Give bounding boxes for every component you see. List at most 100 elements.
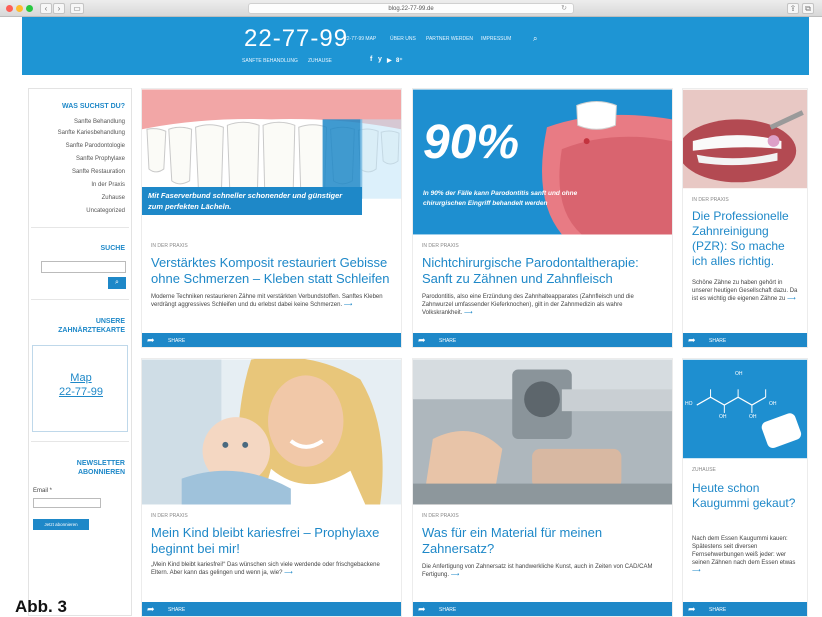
post-title[interactable]: Nichtchirurgische Parodontaltherapie: Sa…	[422, 255, 664, 287]
nav-link-impressum[interactable]: IMPRESSUM	[481, 36, 511, 42]
category-link[interactable]: Zuhause	[102, 195, 125, 201]
post-category[interactable]: IN DER PRAXIS	[151, 243, 188, 249]
post-image	[683, 89, 807, 189]
post-category[interactable]: IN DER PRAXIS	[692, 197, 729, 203]
read-more-arrow-icon[interactable]: ⟶	[284, 570, 293, 576]
email-label: Email *	[33, 488, 53, 494]
share-label: SHARE	[439, 607, 457, 613]
youtube-icon[interactable]: ▶	[387, 57, 392, 64]
post-card[interactable]: IN DER PRAXIS Was für ein Material für m…	[412, 358, 673, 617]
share-bar[interactable]: ➦ SHARE	[413, 602, 672, 616]
twitter-icon[interactable]: y	[378, 56, 382, 63]
post-excerpt: Parodontitis, also eine Erzündung des Za…	[422, 293, 664, 317]
read-more-arrow-icon[interactable]: ⟶	[451, 572, 460, 578]
post-category[interactable]: IN DER PRAXIS	[151, 513, 188, 519]
site-header: 22-77-99 22-77-99 MAP ÜBER UNS PARTNER W…	[22, 17, 809, 75]
post-card[interactable]: IN DER PRAXIS Mein Kind bleibt kariesfre…	[141, 358, 402, 617]
read-more-arrow-icon[interactable]: ⟶	[344, 302, 353, 308]
share-bar[interactable]: ➦ SHARE	[413, 333, 672, 347]
sidebar-search-heading: WAS SUCHST DU?	[62, 103, 125, 110]
post-card[interactable]: 90% In 90% der Fälle kann Parodontitis s…	[412, 88, 673, 348]
nav-link-sanfte-behandlung[interactable]: SANFTE BEHANDLUNG	[242, 58, 298, 64]
facebook-icon[interactable]: f	[370, 56, 372, 63]
share-icon: ➦	[688, 335, 696, 345]
map-link-line-1[interactable]: Map	[33, 372, 129, 384]
search-icon[interactable]: ⌕	[533, 34, 537, 44]
screenshot-root: ‹ › ▭ blog.22-77-99.de ↻ ⇪ ⧉ 22-77-99 22…	[0, 0, 822, 617]
share-label: SHARE	[168, 338, 186, 344]
nav-link-zuhause[interactable]: ZUHAUSE	[308, 58, 332, 64]
address-bar[interactable]: blog.22-77-99.de ↻	[248, 3, 574, 14]
molecule-label: OH	[749, 414, 757, 420]
category-link[interactable]: Sanfte Kariesbehandlung	[58, 130, 125, 136]
subscribe-button[interactable]: Jetzt abonnieren	[33, 519, 89, 530]
post-title[interactable]: Was für ein Material für meinen Zahnersa…	[422, 525, 664, 557]
share-bar[interactable]: ➦ SHARE	[142, 602, 401, 616]
share-label: SHARE	[439, 338, 457, 344]
divider	[31, 441, 129, 442]
molecule-label: HO	[685, 401, 693, 407]
suche-heading: SUCHE	[100, 245, 125, 252]
close-window-icon[interactable]	[6, 5, 13, 12]
back-icon[interactable]: ‹	[40, 3, 52, 14]
post-category[interactable]: IN DER PRAXIS	[422, 513, 459, 519]
category-link[interactable]: Sanfte Prophylaxe	[76, 156, 125, 162]
post-title[interactable]: Heute schon Kaugummi gekaut?	[692, 481, 799, 511]
post-excerpt-text: Nach dem Essen Kaugummi kauen: Spätesten…	[692, 536, 796, 566]
post-title[interactable]: Mein Kind bleibt kariesfrei – Prophylaxe…	[151, 525, 393, 557]
newsletter-heading: NEWSLETTER ABONNIEREN	[77, 459, 125, 477]
map-heading: UNSERE ZAHNÄRZTEKARTE	[58, 317, 125, 335]
share-bar[interactable]: ➦ SHARE	[683, 333, 807, 347]
map-heading-line-1: UNSERE	[95, 318, 125, 325]
map-widget[interactable]: Map 22-77-99	[32, 345, 128, 432]
browser-toolbar: ‹ › ▭ blog.22-77-99.de ↻ ⇪ ⧉	[0, 0, 822, 17]
nav-link-map[interactable]: 22-77-99 MAP	[344, 36, 376, 42]
read-more-arrow-icon[interactable]: ⟶	[464, 310, 473, 316]
share-bar[interactable]: ➦ SHARE	[142, 333, 401, 347]
read-more-arrow-icon[interactable]: ⟶	[787, 296, 796, 302]
site-logo[interactable]: 22-77-99	[244, 25, 348, 53]
minimize-window-icon[interactable]	[16, 5, 23, 12]
nav-link-ueber-uns[interactable]: ÜBER UNS	[390, 36, 416, 42]
category-link[interactable]: In der Praxis	[91, 182, 125, 188]
post-image	[413, 359, 672, 505]
sidebar-search-input[interactable]	[41, 261, 126, 273]
stat-number: 90%	[423, 116, 520, 169]
post-title[interactable]: Verstärktes Komposit restauriert Gebisse…	[151, 255, 393, 287]
share-page-icon[interactable]: ⇪	[787, 3, 799, 14]
post-excerpt-text: „Mein Kind bleibt kariesfrei!“ Das wünsc…	[151, 562, 380, 576]
category-link[interactable]: Sanfte Restauration	[72, 169, 125, 175]
forward-icon[interactable]: ›	[53, 3, 65, 14]
share-bar[interactable]: ➦ SHARE	[683, 602, 807, 616]
nav-link-partner-werden[interactable]: PARTNER WERDEN	[426, 36, 473, 42]
post-excerpt: Nach dem Essen Kaugummi kauen: Spätesten…	[692, 535, 799, 575]
show-tabs-icon[interactable]: ⧉	[802, 3, 814, 14]
divider	[31, 299, 129, 300]
molecule-label: OH	[719, 414, 727, 420]
sidebar: WAS SUCHST DU? Sanfte Behandlung Sanfte …	[28, 88, 132, 616]
read-more-arrow-icon[interactable]: ⟶	[692, 568, 701, 574]
reload-icon[interactable]: ↻	[561, 4, 567, 14]
category-link[interactable]: Sanfte Parodontologie	[66, 143, 125, 149]
post-category[interactable]: ZUHAUSE	[692, 467, 716, 473]
google-plus-icon[interactable]: 8⁺	[396, 57, 403, 64]
map-link-line-2[interactable]: 22-77-99	[33, 386, 129, 398]
post-card[interactable]: Mit Faserverbund schneller schonender un…	[141, 88, 402, 348]
share-icon: ➦	[418, 335, 426, 345]
molecule-label: OH	[735, 371, 743, 377]
category-link[interactable]: Uncategorized	[86, 208, 125, 214]
share-icon: ➦	[418, 604, 426, 614]
post-excerpt-text: Schöne Zähne zu haben gehört in unserer …	[692, 280, 798, 302]
post-card[interactable]: IN DER PRAXIS Die Professionelle Zahnrei…	[682, 88, 808, 348]
email-field[interactable]	[33, 498, 101, 508]
zoom-window-icon[interactable]	[26, 5, 33, 12]
post-card[interactable]: OH HO OH OH OH ZUHAUSE Heute schon Kaugu…	[682, 358, 808, 617]
post-category[interactable]: IN DER PRAXIS	[422, 243, 459, 249]
share-icon: ➦	[147, 335, 155, 345]
post-image	[142, 359, 401, 505]
sidebar-search-button[interactable]: ⌕	[108, 277, 126, 289]
sidebar-toggle-icon[interactable]: ▭	[70, 3, 84, 14]
post-title[interactable]: Die Professionelle Zahnreinigung (PZR): …	[692, 209, 799, 269]
post-image-caption: Mit Faserverbund schneller schonender un…	[142, 187, 362, 215]
category-link[interactable]: Sanfte Behandlung	[74, 119, 125, 125]
